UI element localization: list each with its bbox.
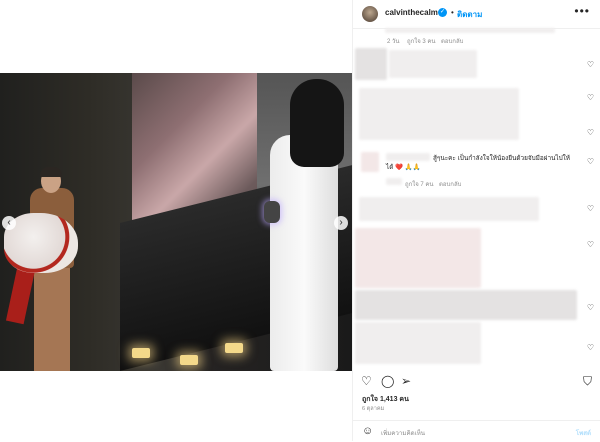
- person-hair-long: [290, 79, 344, 167]
- person-dress: [270, 135, 338, 371]
- separator-dot: •: [451, 8, 454, 17]
- stage-light: [132, 348, 150, 358]
- comment-text-blurred: [355, 228, 481, 288]
- prev-image-button[interactable]: ‹: [2, 216, 16, 230]
- comment-likes[interactable]: ถูกใจ 7 คน: [405, 179, 434, 189]
- comment-like-heart-icon[interactable]: ♡: [587, 303, 594, 312]
- person-hair: [40, 167, 62, 177]
- post-date[interactable]: 6 ตุลาคม: [362, 405, 384, 413]
- bookmark-icon[interactable]: ⛉: [583, 374, 592, 389]
- comment-likes[interactable]: ถูกใจ 3 คน: [407, 36, 436, 46]
- comment-reply-button[interactable]: ตอบกลับ: [441, 36, 463, 46]
- comment-avatar[interactable]: [361, 152, 379, 172]
- post-side-panel: calvinthecalm ✓ • ติดตาม ••• 2 วัน ถูกใจ…: [352, 0, 600, 441]
- comment-like-heart-icon[interactable]: ♡: [587, 157, 594, 166]
- comment-text-blurred: [355, 322, 481, 364]
- microphone: [264, 201, 280, 223]
- comment-like-heart-icon[interactable]: ♡: [587, 240, 594, 249]
- likes-count[interactable]: ถูกใจ 1,413 คน: [362, 394, 409, 405]
- person-legs: [34, 265, 70, 371]
- comment-like-heart-icon[interactable]: ♡: [587, 128, 594, 137]
- share-icon[interactable]: ➢: [401, 374, 411, 388]
- comment-like-heart-icon[interactable]: ♡: [587, 343, 594, 352]
- comment-text: สู้ๆนะคะ เป็นกำลังใจให้น้องยืนด้วยจับมือ…: [433, 155, 570, 162]
- comment-like-heart-icon[interactable]: ♡: [587, 60, 594, 69]
- more-options-button[interactable]: •••: [574, 4, 590, 18]
- add-comment-row: ☺ เพิ่มความคิดเห็น โพสต์: [353, 420, 600, 442]
- comment-text-blurred: [355, 290, 577, 320]
- comment-like-heart-icon[interactable]: ♡: [587, 204, 594, 213]
- comment-text-blurred: [359, 88, 519, 140]
- comment-text-blurred: [385, 28, 555, 33]
- post-photo: ‹ ›: [0, 73, 352, 371]
- avatar[interactable]: [362, 6, 378, 22]
- heart-icon[interactable]: ♡: [361, 374, 372, 388]
- comment-text-blurred: [389, 50, 477, 78]
- comment-avatar[interactable]: [355, 48, 387, 80]
- comment-time: 2 วัน: [387, 39, 400, 45]
- comment-like-heart-icon[interactable]: ♡: [587, 93, 594, 102]
- post-actions: ♡ ◯ ➢ ⛉: [353, 374, 600, 390]
- next-image-button[interactable]: ›: [334, 216, 348, 230]
- comment-icon[interactable]: ◯: [381, 374, 394, 388]
- comment-reply-button[interactable]: ตอบกลับ: [439, 179, 461, 189]
- post-header: calvinthecalm ✓ • ติดตาม •••: [353, 0, 600, 29]
- username-link[interactable]: calvinthecalm: [385, 8, 438, 17]
- comment-text: ได้ ❤️ 🙏🙏: [386, 164, 421, 171]
- emoji-icon[interactable]: ☺: [362, 425, 373, 437]
- verified-badge-icon: ✓: [438, 8, 447, 17]
- post-comment-button[interactable]: โพสต์: [576, 428, 591, 438]
- comment-text-blurred: [359, 197, 539, 221]
- follow-button[interactable]: ติดตาม: [457, 8, 482, 21]
- comment-input[interactable]: เพิ่มความคิดเห็น: [381, 428, 425, 438]
- comment-time-blurred: [386, 178, 402, 185]
- stage-light: [180, 355, 198, 365]
- stage-light: [225, 343, 243, 353]
- commenter-username-blurred[interactable]: [386, 153, 430, 161]
